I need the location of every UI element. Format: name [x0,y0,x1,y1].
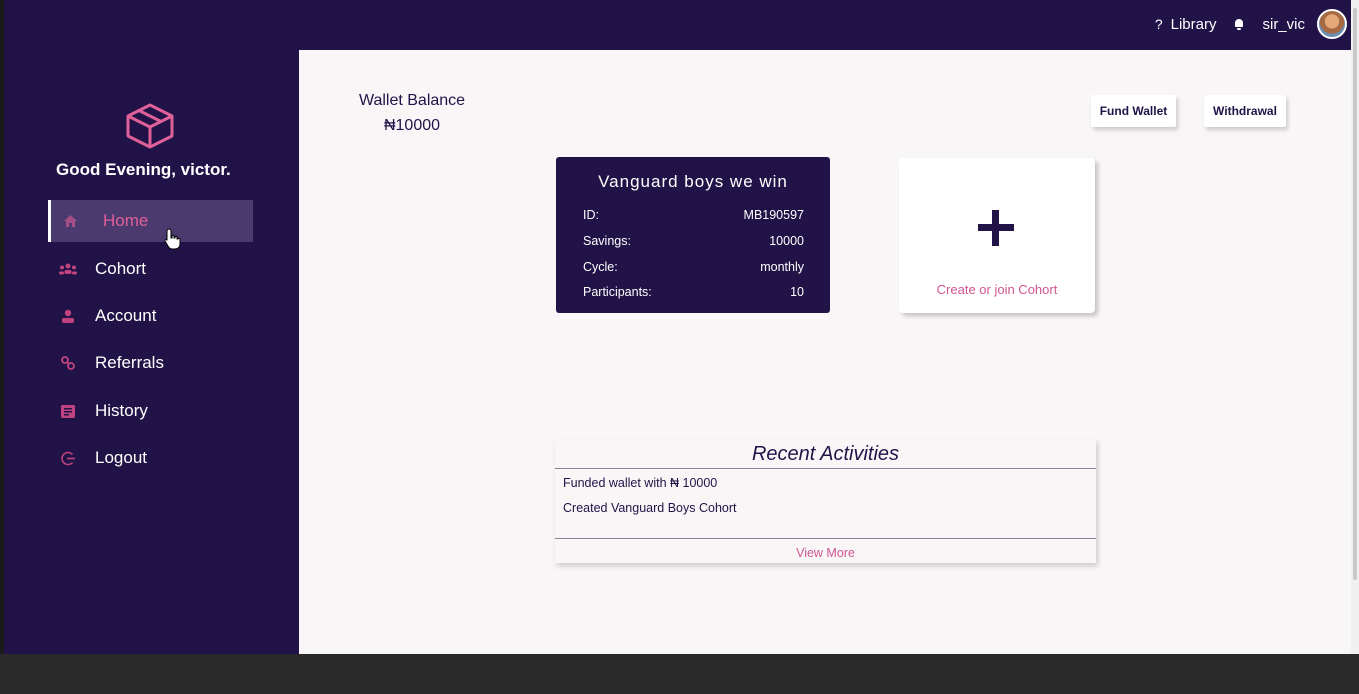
sidebar-item-account[interactable]: Account [48,295,253,337]
sidebar-item-label: Cohort [95,259,147,278]
create-cohort-label: Create or join Cohort [936,282,1058,297]
recent-activities-title: Recent Activities [555,439,1096,469]
username: sir_vic [1262,15,1305,33]
recent-activities-panel: Recent Activities Funded wallet with ₦ 1… [555,439,1096,563]
cohort-row-key: Participants: [583,285,652,299]
withdrawal-button[interactable]: Withdrawal [1204,95,1286,127]
cohort-row: ID: MB190597 [583,208,804,222]
window-edge [0,0,4,654]
cohort-row-key: Cycle: [583,260,618,274]
wallet-balance-title: Wallet Balance [358,92,466,109]
create-cohort-card[interactable]: Create or join Cohort [899,158,1095,313]
avatar[interactable] [1317,9,1347,39]
bell-icon [1234,18,1244,30]
wallet-balance: Wallet Balance ₦10000 [349,88,475,138]
pointer-cursor-icon [164,228,181,250]
sidebar-item-logout[interactable]: Logout [48,437,253,479]
cohort-row-value: 10 [790,285,804,299]
wallet-balance-amount: ₦10000 [383,117,441,134]
greeting-text: Good Evening, victor. [56,160,231,179]
view-more-link[interactable]: View More [555,538,1096,563]
notifications-button[interactable] [1234,18,1244,30]
cohort-row-value: MB190597 [743,208,804,222]
sidebar-item-label: History [95,401,148,420]
app-window: ? Library sir_vic Good Evening, victor. [0,0,1359,654]
activity-item: Funded wallet with ₦ 10000 [563,476,718,490]
sidebar-item-history[interactable]: History [48,390,253,432]
cube-icon [126,103,174,149]
scrollbar-thumb[interactable] [1353,8,1357,580]
cohort-row-value: 10000 [769,234,804,248]
sidebar-item-label: Account [95,306,157,325]
home-icon [61,212,79,230]
sidebar-item-label: Referrals [95,353,164,372]
sidebar-item-home[interactable]: Home [48,200,253,242]
cohort-card[interactable]: Vanguard boys we win ID: MB190597 Saving… [556,157,830,313]
history-icon [59,402,77,420]
cohort-row-key: Savings: [583,234,631,248]
logout-icon [59,449,77,467]
plus-icon [978,210,1014,246]
sidebar-item-label: Home [103,211,149,230]
activity-item: Created Vanguard Boys Cohort [563,501,737,515]
sidebar-item-label: Logout [95,448,147,467]
scrollbar[interactable] [1351,0,1359,654]
sidebar: Good Evening, victor. Home Cohort Accoun… [4,50,299,654]
help-icon: ? [1154,16,1163,32]
cohort-row-value: monthly [760,260,804,274]
top-bar: ? Library sir_vic [0,0,1359,50]
cohort-row: Participants: 10 [583,285,804,299]
fund-wallet-button[interactable]: Fund Wallet [1091,95,1176,127]
user-menu[interactable]: sir_vic [1262,9,1347,39]
cohort-row: Cycle: monthly [583,260,804,274]
library-link[interactable]: ? Library [1155,16,1217,33]
cohort-title: Vanguard boys we win [598,172,788,191]
top-nav: ? Library sir_vic [1137,8,1347,40]
library-label: Library [1170,15,1217,33]
group-icon [59,260,77,278]
cohort-row-key: ID: [583,208,599,222]
sidebar-item-referrals[interactable]: Referrals [48,342,253,384]
cohort-row: Savings: 10000 [583,234,804,248]
sidebar-item-cohort[interactable]: Cohort [48,248,253,290]
main-content: Wallet Balance ₦10000 Fund Wallet Withdr… [299,50,1351,654]
referral-icon [59,354,77,372]
user-icon [59,307,77,325]
